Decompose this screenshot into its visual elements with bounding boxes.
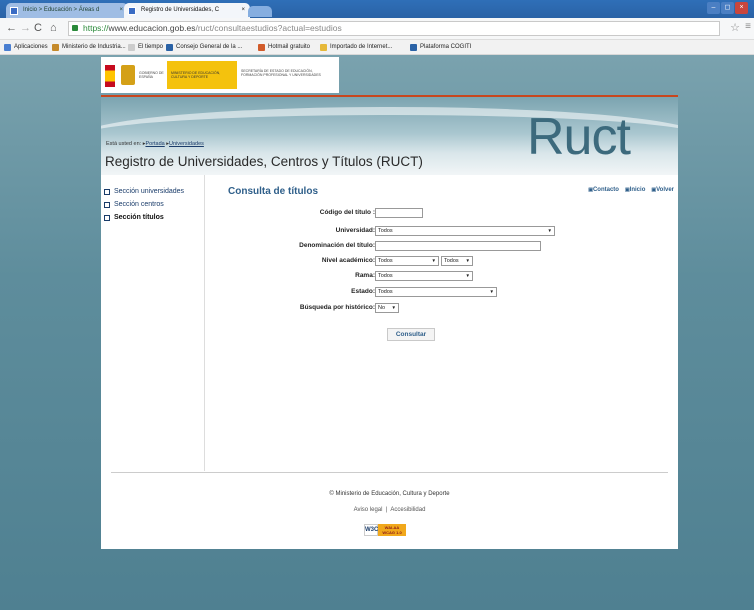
aviso-legal-link[interactable]: Aviso legal [354,507,383,513]
home-icon[interactable]: ⌂ [50,21,57,36]
government-header: GOBIERNO DE ESPAÑA MINISTERIO DE EDUCACI… [101,57,339,93]
nivel-sub-select[interactable]: Todos [441,256,473,266]
section-heading: Consulta de títulos [228,186,318,197]
bookmark-importado[interactable]: Importado de Internet... [320,40,392,54]
close-tab-icon[interactable]: × [241,3,245,18]
ruct-logo: Ruct [527,108,631,166]
spain-flag-icon [105,65,115,87]
sidebar-item-universidades[interactable]: Sección universidades [104,185,184,198]
gov-text: GOBIERNO DE ESPAÑA [139,71,164,79]
ruct-banner: Ruct Está usted en: ▸Portada ▸Universida… [101,95,678,177]
footer-links: Aviso legal | Accesibilidad [353,507,426,513]
nivel-label: Nivel académico: [321,257,375,264]
wai-aa-label: WAI-AA WCAG 1.0 [378,524,406,536]
url-path: /ruct/consultaestudios?actual=estudios [195,23,342,33]
sidebar-divider [204,175,205,471]
estado-select[interactable]: Todos [375,287,497,297]
favicon-icon [128,7,136,15]
breadcrumb: Está usted en: ▸Portada ▸Universidades [106,141,204,147]
footer-copyright: © Ministerio de Educación, Cultura y Dep… [329,491,450,497]
sidebar-item-centros[interactable]: Sección centros [104,198,184,211]
bookmark-consejo[interactable]: Consejo General de la ... [166,40,242,54]
breadcrumb-universidades[interactable]: Universidades [169,141,204,147]
bookmark-ministerio[interactable]: Ministerio de Industria... [52,40,126,54]
sidebar-item-titulos[interactable]: Sección títulos [104,211,184,224]
top-links: Contacto Inicio Volver [588,187,674,193]
bookmark-tiempo[interactable]: El tiempo [128,40,163,54]
w3c-logo: W3C [364,524,378,536]
page-title: Registro de Universidades, Centros y Tít… [105,154,423,169]
url-scheme: https:// [83,23,109,33]
address-toolbar: ← → C ⌂ https://www.educacion.gob.es/ruc… [0,18,754,40]
estado-label: Estado: [351,288,375,295]
ministry-logo[interactable]: MINISTERIO DE EDUCACIÓN, CULTURA Y DEPOR… [167,61,237,89]
volver-link[interactable]: Volver [651,187,674,193]
apps-icon [4,43,11,51]
universidad-label: Universidad: [335,227,375,234]
footer-divider [111,472,668,473]
denominacion-field[interactable] [375,241,541,251]
bookmark-aplicaciones[interactable]: Aplicaciones [4,40,48,54]
new-tab-button[interactable] [248,6,272,17]
main-content: Sección universidades Sección centros Se… [101,175,678,549]
close-tab-icon[interactable]: × [119,3,123,18]
universidad-select[interactable]: Todos [375,226,555,236]
menu-icon[interactable]: ≡ [745,21,751,32]
url-input[interactable]: https://www.educacion.gob.es/ruct/consul… [68,21,720,36]
window-controls: – ◻ × [706,2,748,14]
nivel-select[interactable]: Todos [375,256,439,266]
tab-inicio[interactable]: Inicio > Educación > Áreas d × [6,3,128,18]
bookmark-cogiti[interactable]: Plataforma COGITI [410,40,471,54]
coat-of-arms-icon [121,65,135,85]
wai-badge[interactable]: W3C WAI-AA WCAG 1.0 [364,524,406,536]
contacto-link[interactable]: Contacto [588,187,619,193]
close-window-button[interactable]: × [735,2,748,14]
codigo-field[interactable] [375,208,423,218]
rama-label: Rama: [355,272,375,279]
lock-icon [72,25,78,31]
tab-label: Registro de Universidades, C [141,7,220,13]
page-icon [128,43,135,51]
minimize-button[interactable]: – [707,2,720,14]
accesibilidad-link[interactable]: Accesibilidad [390,507,425,513]
sidebar: Sección universidades Sección centros Se… [104,185,184,224]
browser-tab-strip: Inicio > Educación > Áreas d × Registro … [0,0,754,18]
folder-icon [320,43,327,51]
hotmail-icon [258,43,265,51]
url-host: www.educacion.gob.es [108,23,196,33]
bookmarks-bar: Aplicaciones Ministerio de Industria... … [0,40,754,55]
historico-select[interactable]: No [375,303,399,313]
bookmark-icon [410,43,417,51]
reload-icon[interactable]: C [34,21,42,36]
ministry-icon [52,43,59,51]
tab-label: Inicio > Educación > Áreas d [23,7,100,13]
tab-registro[interactable]: Registro de Universidades, C × [124,3,250,18]
bookmark-icon [166,43,173,51]
consultar-button[interactable]: Consultar [387,328,435,341]
denominacion-label: Denominación del título: [299,242,375,249]
secretary-text: SECRETARÍA DE ESTADO DE EDUCACIÓN, FORMA… [241,69,321,77]
maximize-button[interactable]: ◻ [721,2,734,14]
rama-select[interactable]: Todos [375,271,473,281]
favicon-icon [10,7,18,15]
bookmark-star-icon[interactable]: ☆ [730,21,740,34]
codigo-label: Código del título : [319,209,375,216]
back-arrow-icon[interactable]: ← [6,21,17,36]
bookmark-hotmail[interactable]: Hotmail gratuito [258,40,310,54]
historico-label: Búsqueda por histórico: [299,304,375,311]
inicio-link[interactable]: Inicio [625,187,646,193]
breadcrumb-portada[interactable]: Portada [145,141,164,147]
forward-arrow-icon[interactable]: → [20,21,31,36]
